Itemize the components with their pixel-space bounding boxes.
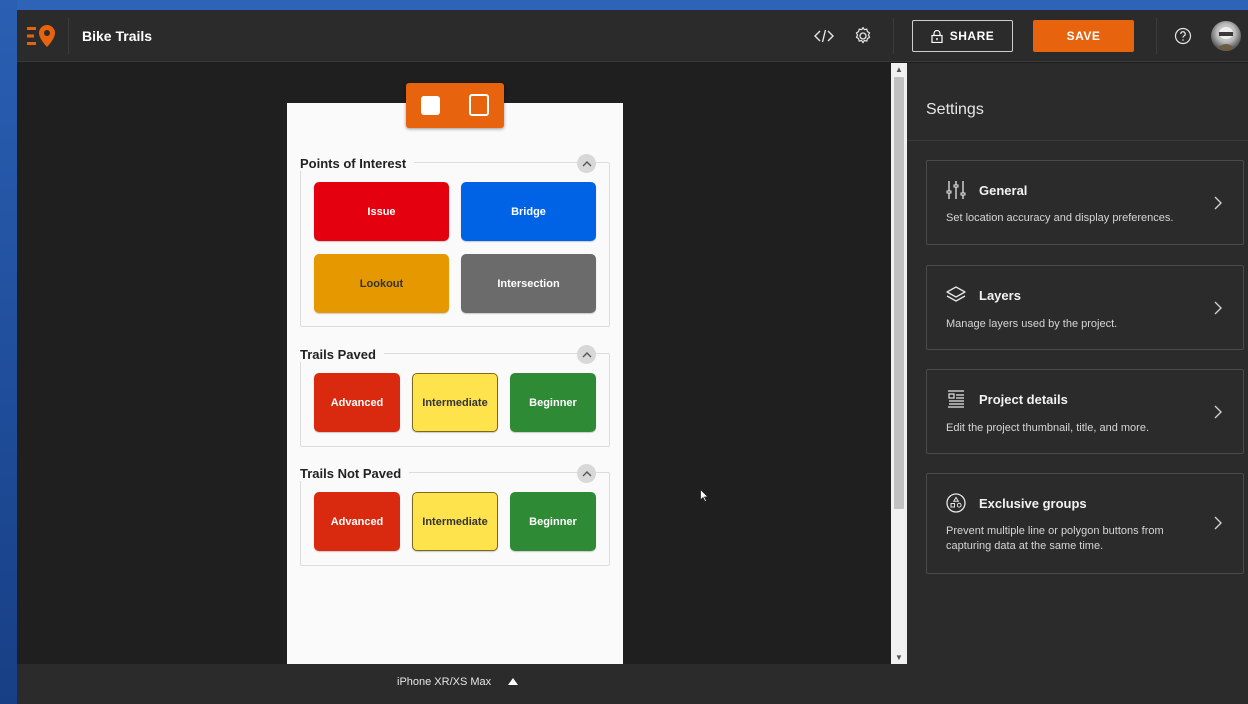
card-title: General	[979, 183, 1028, 198]
lock-icon	[931, 29, 943, 43]
top-bar: Bike Trails SHARE SAVE	[17, 10, 1248, 62]
tile-paved-beginner[interactable]: Beginner	[510, 373, 596, 432]
user-avatar[interactable]	[1211, 21, 1241, 51]
logo-divider	[68, 18, 69, 54]
tile-paved-intermediate[interactable]: Intermediate	[412, 373, 498, 432]
card-description: Edit the project thumbnail, title, and m…	[946, 422, 1149, 434]
chevron-right-icon	[1214, 196, 1222, 210]
edit-mode-toggle	[406, 83, 504, 128]
card-description: Set location accuracy and display prefer…	[946, 212, 1174, 224]
card-title: Project details	[979, 392, 1068, 407]
tile-paved-advanced[interactable]: Advanced	[314, 373, 400, 432]
settings-title: Settings	[926, 101, 984, 118]
app-window: Bike Trails SHARE SAVE Points of Interes…	[17, 10, 1248, 704]
sliders-icon	[946, 181, 966, 199]
chevron-right-icon	[1214, 405, 1222, 419]
preview-area: Points of Interest Issue Bridge Lookout …	[17, 63, 891, 666]
tile-notpaved-advanced[interactable]: Advanced	[314, 492, 400, 551]
details-icon	[948, 390, 964, 408]
layers-icon	[946, 286, 966, 302]
settings-card-general[interactable]: General Set location accuracy and displa…	[926, 160, 1244, 245]
caret-up-icon[interactable]	[508, 678, 518, 685]
collapse-chevron-icon[interactable]	[577, 154, 596, 173]
tile-lookout[interactable]: Lookout	[314, 254, 449, 313]
shapes-icon	[946, 493, 966, 513]
share-label: SHARE	[949, 29, 995, 43]
card-title: Layers	[979, 288, 1021, 303]
gear-icon[interactable]	[851, 24, 875, 48]
app-logo-icon[interactable]	[27, 24, 57, 48]
help-icon[interactable]	[1171, 24, 1195, 48]
settings-panel: Settings General Set location accuracy a…	[907, 63, 1248, 704]
preview-scrollbar[interactable]: ▲ ▼	[891, 63, 907, 664]
tile-bridge[interactable]: Bridge	[461, 182, 596, 241]
tile-intersection[interactable]: Intersection	[461, 254, 596, 313]
phone-preview: Points of Interest Issue Bridge Lookout …	[287, 103, 623, 666]
save-label: SAVE	[1066, 29, 1101, 43]
group-title: Points of Interest	[300, 156, 415, 171]
scroll-down-icon[interactable]: ▼	[894, 652, 904, 662]
desktop-background-top	[0, 0, 1248, 10]
settings-card-exclusive-groups[interactable]: Exclusive groups Prevent multiple line o…	[926, 473, 1244, 574]
tile-issue[interactable]: Issue	[314, 182, 449, 241]
scroll-thumb[interactable]	[894, 77, 904, 509]
app-title: Bike Trails	[82, 28, 153, 44]
card-title: Exclusive groups	[979, 496, 1087, 511]
group-title: Trails Paved	[300, 347, 384, 362]
tile-notpaved-intermediate[interactable]: Intermediate	[412, 492, 498, 551]
settings-card-layers[interactable]: Layers Manage layers used by the project…	[926, 265, 1244, 350]
share-button[interactable]: SHARE	[912, 20, 1013, 52]
group-title: Trails Not Paved	[300, 466, 410, 481]
mouse-cursor-icon	[700, 489, 709, 502]
scroll-up-icon[interactable]: ▲	[894, 64, 904, 74]
toolbar-divider	[893, 18, 894, 54]
map-view-icon[interactable]	[469, 94, 489, 116]
card-description: Manage layers used by the project.	[946, 318, 1118, 330]
settings-divider	[907, 140, 1248, 141]
code-icon[interactable]	[812, 24, 836, 48]
tile-notpaved-beginner[interactable]: Beginner	[510, 492, 596, 551]
toolbar-divider	[1156, 18, 1157, 54]
settings-card-project-details[interactable]: Project details Edit the project thumbna…	[926, 369, 1244, 454]
desktop-background-left	[0, 0, 17, 704]
device-bar: iPhone XR/XS Max	[17, 664, 907, 704]
device-selector-label[interactable]: iPhone XR/XS Max	[397, 676, 491, 688]
collapse-chevron-icon[interactable]	[577, 345, 596, 364]
form-view-icon[interactable]	[421, 96, 440, 115]
chevron-right-icon	[1214, 516, 1222, 530]
card-description: Prevent multiple line or polygon buttons…	[946, 525, 1164, 552]
collapse-chevron-icon[interactable]	[577, 464, 596, 483]
save-button[interactable]: SAVE	[1033, 20, 1134, 52]
chevron-right-icon	[1214, 301, 1222, 315]
